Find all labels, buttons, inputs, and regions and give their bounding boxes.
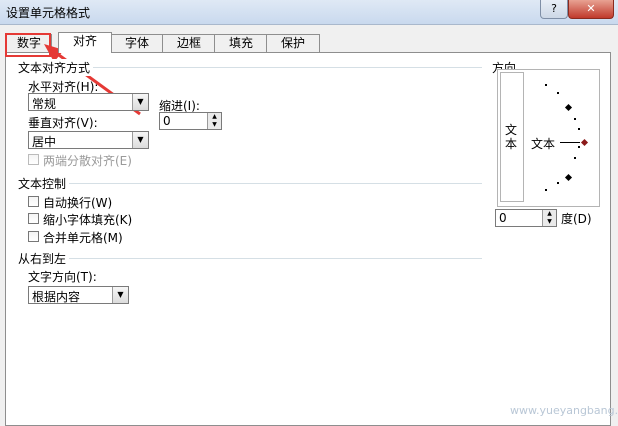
text-direction-select[interactable]: 根据内容 ▼ [28,286,129,304]
dial-tick [557,182,559,184]
indent-stepper-buttons: ▲ ▼ [207,113,221,129]
dial-tick [578,146,580,148]
degrees-value: 0 [499,211,507,225]
indent-value: 0 [163,114,171,128]
justify-distributed-checkbox[interactable] [28,154,39,165]
format-cells-dialog: 设置单元格格式 ? ✕ 数字 对齐 字体 边框 填充 保护 文本对齐方式 水平对… [0,0,618,426]
vertical-alignment-label: 垂直对齐(V): [28,116,98,130]
justify-distributed-label: 两端分散对齐(E) [43,154,132,168]
text-direction-value: 根据内容 [32,290,81,304]
shrink-to-fit-label: 缩小字体填充(K) [43,213,133,227]
dial-tick [545,189,547,191]
tab-alignment[interactable]: 对齐 [58,32,112,53]
help-button[interactable]: ? [540,0,568,19]
shrink-to-fit-checkbox[interactable] [28,213,39,224]
degrees-label: 度(D) [561,212,592,226]
spin-down-icon[interactable]: ▼ [208,121,221,129]
dial-tick [578,128,580,130]
rtl-rule [20,258,482,259]
tab-alignment-label: 对齐 [72,34,97,48]
vertical-text-button[interactable]: 文本 [500,72,524,202]
wrap-text-checkbox[interactable] [28,196,39,207]
degrees-stepper-buttons: ▲ ▼ [542,210,556,226]
title-bar: 设置单元格格式 ? ✕ [0,0,618,25]
watermark-text: www.yueyangbang.com [510,404,618,417]
spin-down-icon[interactable]: ▼ [543,218,556,226]
dial-marker [564,103,573,112]
dial-tick [545,84,547,86]
chevron-down-icon: ▼ [132,132,148,148]
vertical-text-label: 文本 [505,123,518,151]
horizontal-alignment-value: 常规 [32,97,57,111]
text-alignment-title: 文本对齐方式 [18,59,94,76]
wrap-text-label: 自动换行(W) [43,196,113,210]
dialog-title: 设置单元格格式 [6,6,91,20]
tab-fill-label: 填充 [228,36,253,50]
chevron-down-icon: ▼ [112,287,128,303]
orientation-box: 文本 文本 [497,69,600,207]
vertical-alignment-value: 居中 [32,135,57,149]
close-button[interactable]: ✕ [568,0,614,19]
degrees-stepper[interactable]: 0 ▲ ▼ [495,209,557,227]
text-control-title: 文本控制 [18,175,70,192]
rtl-title: 从右到左 [18,250,70,267]
merge-cells-checkbox[interactable] [28,231,39,242]
dial-text: 文本 [531,137,556,151]
tab-protection[interactable]: 保护 [266,34,320,53]
vertical-alignment-select[interactable]: 居中 ▼ [28,131,149,149]
merge-cells-label: 合并单元格(M) [43,231,123,245]
tab-fill[interactable]: 填充 [214,34,268,53]
chevron-down-icon: ▼ [132,94,148,110]
dial-pointer-line [560,142,580,143]
dial-tick [574,157,576,159]
dial-pointer-handle[interactable] [580,138,589,147]
tab-border-label: 边框 [176,36,201,50]
text-control-rule [20,183,482,184]
dial-tick [574,118,576,120]
text-direction-label: 文字方向(T): [28,270,97,284]
horizontal-alignment-select[interactable]: 常规 ▼ [28,93,149,111]
tab-protection-label: 保护 [280,36,305,50]
dial-marker [564,173,573,182]
indent-stepper[interactable]: 0 ▲ ▼ [159,112,222,130]
tab-border[interactable]: 边框 [162,34,216,53]
orientation-dial[interactable]: 文本 [526,72,596,200]
dial-tick [557,92,559,94]
